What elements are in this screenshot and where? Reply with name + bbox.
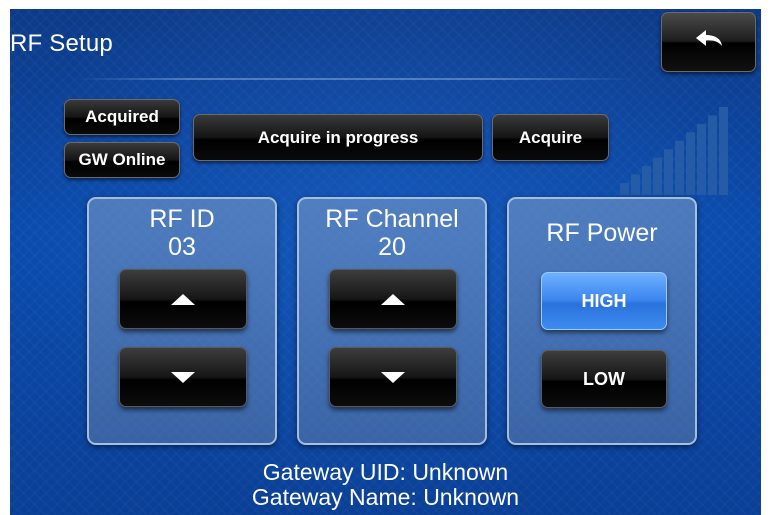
back-arrow-icon — [694, 29, 724, 56]
title-divider — [75, 78, 635, 80]
signal-bar — [620, 183, 629, 195]
rf-id-label: RF ID — [149, 205, 215, 233]
signal-bar — [631, 174, 640, 195]
signal-bar — [664, 149, 673, 195]
gw-online-status-button[interactable]: GW Online — [64, 142, 180, 178]
rf-channel-down-button[interactable] — [329, 347, 457, 407]
signal-bar — [719, 107, 728, 195]
acquired-status-button[interactable]: Acquired — [64, 99, 180, 135]
rf-power-label: RF Power — [546, 219, 658, 247]
signal-bar — [697, 123, 706, 195]
rf-power-low-button[interactable]: LOW — [541, 350, 667, 408]
gateway-name-text: Gateway Name: Unknown — [251, 484, 520, 510]
rf-channel-up-button[interactable] — [329, 269, 457, 329]
signal-bar — [653, 157, 662, 195]
rf-power-panel: RF Power HIGH LOW — [507, 197, 697, 445]
acquire-button[interactable]: Acquire — [492, 114, 609, 161]
signal-bar — [686, 132, 695, 195]
arrow-down-icon — [381, 371, 405, 383]
signal-bar — [708, 115, 717, 195]
signal-bar — [675, 140, 684, 195]
rf-channel-label: RF Channel — [325, 205, 459, 233]
arrow-up-icon — [171, 293, 195, 305]
arrow-up-icon — [381, 293, 405, 305]
rf-id-value: 03 — [168, 233, 196, 261]
signal-bar — [642, 166, 651, 195]
back-button[interactable] — [661, 12, 756, 72]
signal-strength-icon — [620, 105, 738, 195]
rf-id-down-button[interactable] — [119, 347, 247, 407]
rf-power-high-button[interactable]: HIGH — [541, 272, 667, 330]
acquire-in-progress-indicator[interactable]: Acquire in progress — [193, 114, 483, 161]
page-title: RF Setup — [10, 30, 113, 57]
rf-channel-panel: RF Channel 20 — [297, 197, 487, 445]
gateway-uid-text: Gateway UID: Unknown — [262, 459, 509, 485]
arrow-down-icon — [171, 371, 195, 383]
rf-setup-screen: RF Setup Acquired GW Online Acquire in p… — [10, 9, 761, 515]
rf-id-up-button[interactable] — [119, 269, 247, 329]
rf-channel-value: 20 — [378, 233, 406, 261]
rf-id-panel: RF ID 03 — [87, 197, 277, 445]
